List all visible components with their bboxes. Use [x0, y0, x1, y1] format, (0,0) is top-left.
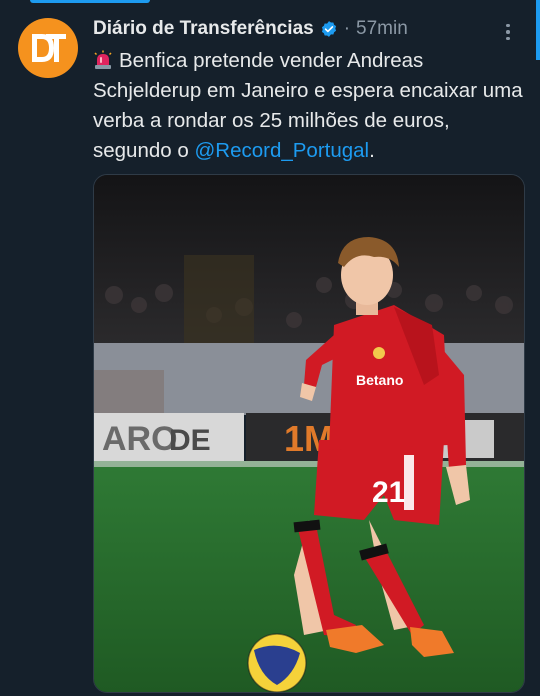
more-options-icon[interactable]: [498, 20, 518, 44]
verified-badge-icon: [321, 21, 336, 37]
tweet-photo[interactable]: ARO DE 1M 21 Betano: [93, 174, 525, 693]
player-photo: ARO DE 1M 21 Betano: [94, 175, 524, 692]
sponsor-text: Betano: [356, 372, 403, 388]
avatar[interactable]: [18, 18, 78, 78]
tweet-header: Diário de Transferências · 57min: [93, 14, 500, 44]
tweet-text: Benfica pretende vender Andreas Schjelde…: [93, 46, 523, 166]
rotating-light-icon: [94, 50, 112, 69]
svg-text:ARO: ARO: [102, 420, 178, 458]
header-separator: ·: [343, 18, 351, 39]
scrollbar[interactable]: [536, 0, 540, 60]
svg-text:DE: DE: [169, 424, 211, 457]
author-name[interactable]: Diário de Transferências: [93, 18, 314, 40]
timestamp[interactable]: 57min: [356, 18, 408, 40]
jersey-number: 21: [372, 476, 405, 509]
mention-link[interactable]: @Record_Portugal: [194, 139, 369, 162]
tweet-body-end: .: [369, 139, 375, 162]
logo-icon: [32, 34, 66, 62]
top-accent-bar: [30, 0, 150, 3]
